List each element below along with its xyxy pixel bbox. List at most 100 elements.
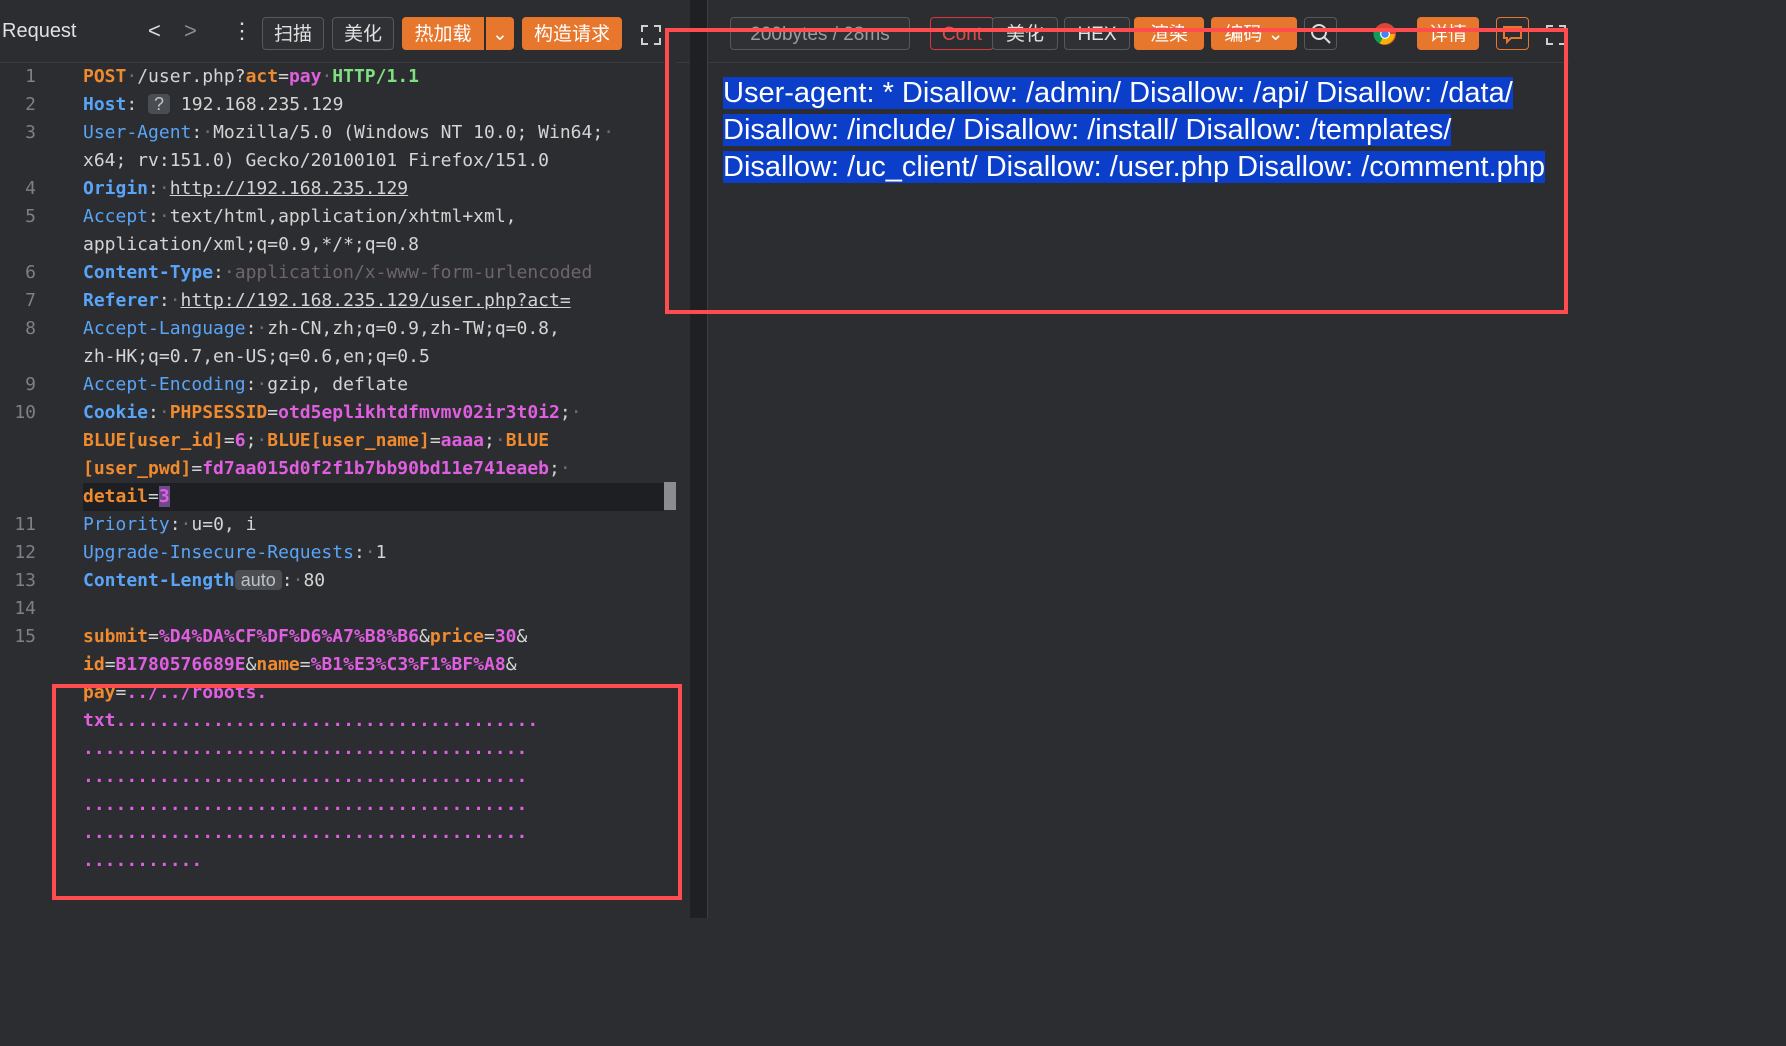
line-number: 2 bbox=[25, 94, 36, 115]
forward-button[interactable]: > bbox=[184, 18, 197, 44]
cookie-key: BLUE[user_id] bbox=[83, 430, 224, 451]
query-param-key: act bbox=[245, 66, 279, 87]
encoding-dropdown[interactable]: 编码 ⌄ bbox=[1211, 17, 1297, 50]
cookie-value: aaaa bbox=[440, 430, 485, 451]
body-value: txt bbox=[83, 710, 116, 731]
header-key: User-Agent bbox=[83, 122, 192, 143]
response-body[interactable]: User-agent: * Disallow: /admin/ Disallow… bbox=[723, 75, 1563, 186]
header-host: Host: ? 192.168.235.129 bbox=[83, 94, 344, 115]
scan-button[interactable]: 扫描 bbox=[262, 17, 324, 50]
body-line: submit=%D4%DA%CF%DF%D6%A7%B8%B6&price=30… bbox=[83, 626, 528, 647]
header-value: text/html,application/xhtml+xml, bbox=[169, 206, 517, 227]
header-accept-language: Accept-Language:·zh-CN,zh;q=0.9,zh-TW;q=… bbox=[83, 318, 560, 339]
chrome-icon[interactable] bbox=[1373, 22, 1397, 46]
header-key: Accept-Encoding bbox=[83, 374, 246, 395]
details-button[interactable]: 详情 bbox=[1417, 17, 1479, 50]
search-icon[interactable] bbox=[1304, 17, 1337, 50]
header-user-agent: User-Agent:·Mozilla/5.0 (Windows NT 10.0… bbox=[83, 122, 615, 143]
header-accept-language-cont: zh-HK;q=0.7,en-US;q=0.6,en;q=0.5 bbox=[83, 346, 430, 367]
expand-icon[interactable] bbox=[641, 25, 661, 45]
body-padding: ........... bbox=[83, 850, 203, 871]
beautify-button[interactable]: 美化 bbox=[332, 17, 394, 50]
help-tag[interactable]: ? bbox=[148, 94, 171, 114]
body-line: pay=../../robots. bbox=[83, 682, 268, 703]
request-panel: Request < > ⋮ 扫描 美化 热加载 ⌄ 构造请求 1 2 3 4 5… bbox=[0, 0, 690, 918]
body-line: txt.....................................… bbox=[83, 710, 539, 731]
header-upgrade-insecure: Upgrade-Insecure-Requests:·1 bbox=[83, 542, 387, 563]
body-value: %B1%E3%C3%F1%BF%A8 bbox=[310, 654, 506, 675]
cookie-value: 3 bbox=[158, 486, 170, 507]
line-number: 4 bbox=[25, 178, 36, 199]
body-padding: ........................................… bbox=[83, 794, 528, 815]
header-key: Accept-Language bbox=[83, 318, 246, 339]
header-value-link[interactable]: http://192.168.235.129 bbox=[170, 178, 408, 199]
line-number: 5 bbox=[25, 206, 36, 227]
cookie-value: 6 bbox=[234, 430, 246, 451]
header-value: gzip, deflate bbox=[267, 374, 409, 395]
header-origin: Origin:·http://192.168.235.129 bbox=[83, 178, 409, 199]
editor-scrollbar-thumb[interactable] bbox=[664, 482, 676, 510]
back-button[interactable]: < bbox=[148, 18, 161, 44]
header-content-type: Content-Type:·application/x-www-form-url… bbox=[83, 262, 593, 283]
tab-render[interactable]: 渲染 bbox=[1134, 17, 1204, 50]
header-cookie-cont: detail=3 bbox=[83, 486, 170, 507]
header-accept-encoding: Accept-Encoding:·gzip, deflate bbox=[83, 374, 409, 395]
line-number: 8 bbox=[25, 318, 36, 339]
build-request-button[interactable]: 构造请求 bbox=[522, 17, 622, 50]
body-key: submit bbox=[83, 626, 149, 647]
header-value: zh-CN,zh;q=0.9,zh-TW;q=0.8, bbox=[267, 318, 560, 339]
line-number: 14 bbox=[14, 598, 36, 619]
header-accept-cont: application/xml;q=0.9,*/*;q=0.8 bbox=[83, 234, 419, 255]
cookie-value: otd5eplikhtdfmvmv02ir3t0i2 bbox=[278, 402, 560, 423]
header-value: 192.168.235.129 bbox=[180, 94, 344, 115]
header-cookie-cont: BLUE[user_id]=6;·BLUE[user_name]=aaaa;·B… bbox=[83, 430, 550, 451]
equals-sign: = bbox=[278, 66, 289, 87]
hot-reload-dropdown[interactable]: ⌄ bbox=[486, 17, 514, 50]
header-key: Upgrade-Insecure-Requests bbox=[83, 542, 354, 563]
line-number: 12 bbox=[14, 542, 36, 563]
line-number: 11 bbox=[14, 514, 36, 535]
body-padding: ........................................… bbox=[83, 766, 528, 787]
response-stats: 200bytes / 28ms bbox=[730, 17, 910, 50]
auto-tag[interactable]: auto bbox=[234, 570, 282, 590]
cookie-key: detail bbox=[83, 486, 149, 507]
body-value: ../../robots. bbox=[126, 682, 268, 703]
body-padding: ........................................… bbox=[83, 822, 528, 843]
header-cookie-cont: [user_pwd]=fd7aa015d0f2f1b7bb90bd11e741e… bbox=[83, 458, 571, 479]
comment-icon[interactable] bbox=[1496, 17, 1529, 50]
tab-beautify[interactable]: 美化 bbox=[992, 17, 1058, 50]
cookie-key: PHPSESSID bbox=[169, 402, 268, 423]
header-priority: Priority:·u=0, i bbox=[83, 514, 257, 535]
body-key: name bbox=[256, 654, 300, 675]
line-number: 1 bbox=[25, 66, 36, 87]
hot-reload-button[interactable]: 热加载 bbox=[402, 17, 484, 50]
panel-divider[interactable] bbox=[690, 0, 707, 918]
header-key: Cookie bbox=[83, 402, 149, 423]
tab-content[interactable]: Cont bbox=[930, 17, 994, 50]
response-text: User-agent: * Disallow: /admin/ Disallow… bbox=[723, 77, 1546, 183]
header-key: Priority bbox=[83, 514, 170, 535]
header-accept: Accept:·text/html,application/xhtml+xml, bbox=[83, 206, 517, 227]
request-editor[interactable]: 1 2 3 4 5 6 7 8 9 10 11 12 13 14 15 POST… bbox=[0, 62, 664, 918]
header-user-agent-cont: x64; rv:151.0) Gecko/20100101 Firefox/15… bbox=[83, 150, 549, 171]
body-key: price bbox=[429, 626, 484, 647]
request-line: POST·/user.php?act=pay·HTTP/1.1 bbox=[83, 66, 419, 87]
header-key: Accept bbox=[83, 206, 149, 227]
header-content-length: Content-Length auto:·80 bbox=[83, 570, 326, 591]
cookie-key: BLUE[user_name] bbox=[267, 430, 430, 451]
body-value: 30 bbox=[494, 626, 517, 647]
header-key: Origin bbox=[83, 178, 149, 199]
expand-icon[interactable] bbox=[1546, 25, 1566, 45]
request-toolbar: Request < > ⋮ 扫描 美化 热加载 ⌄ 构造请求 bbox=[0, 0, 690, 63]
body-key: id bbox=[83, 654, 105, 675]
header-value-link[interactable]: http://192.168.235.129/user.php?act= bbox=[181, 290, 571, 311]
header-value: Mozilla/5.0 (Windows NT 10.0; Win64; bbox=[213, 122, 604, 143]
header-value: 80 bbox=[303, 570, 326, 591]
body-line: id=B1780576689E&name=%B1%E3%C3%F1%BF%A8& bbox=[83, 654, 517, 675]
request-path: /user.php? bbox=[137, 66, 246, 87]
http-protocol: HTTP/1.1 bbox=[332, 66, 419, 87]
line-number: 6 bbox=[25, 262, 36, 283]
header-key: Referer bbox=[83, 290, 159, 311]
tab-hex[interactable]: HEX bbox=[1064, 17, 1130, 50]
more-menu-button[interactable]: ⋮ bbox=[231, 18, 253, 44]
